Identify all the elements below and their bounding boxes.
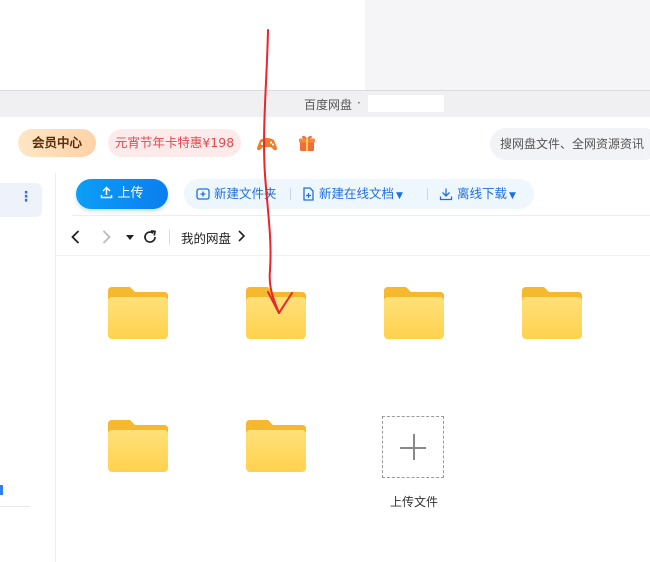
download-icon	[439, 188, 453, 201]
gift-icon[interactable]	[297, 133, 317, 153]
caret-down-icon: ▼	[396, 191, 403, 201]
folder-icon	[522, 287, 582, 339]
toolbar-action-group: 新建文件夹 新建在线文档 ▼ 离线下载 ▼	[184, 179, 534, 209]
breadcrumb-chevron-icon[interactable]	[236, 227, 248, 248]
breadcrumb-root[interactable]: 我的网盘	[181, 228, 231, 247]
navbar-divider	[56, 255, 650, 256]
search-input[interactable]	[490, 128, 650, 160]
new-folder-button[interactable]: 新建文件夹	[196, 179, 277, 209]
new-folder-icon	[196, 188, 210, 200]
forward-icon[interactable]	[96, 227, 116, 247]
background-panel-left	[0, 0, 365, 90]
folder-icon	[246, 420, 306, 472]
toolbar-divider	[72, 215, 650, 216]
toolbar-separator	[290, 188, 291, 200]
folder-item[interactable]	[244, 418, 308, 474]
folder-item[interactable]	[244, 285, 308, 341]
folder-item[interactable]	[106, 285, 170, 341]
vip-center-button[interactable]: 会员中心	[18, 129, 96, 157]
folder-icon	[246, 287, 306, 339]
sidebar-item-active[interactable]: ⋮	[0, 183, 42, 217]
path-navigation: 我的网盘	[56, 222, 650, 252]
new-online-doc-label: 新建在线文档	[319, 186, 395, 201]
refresh-icon[interactable]	[140, 227, 160, 247]
folder-item[interactable]	[382, 285, 446, 341]
upload-icon	[101, 186, 113, 199]
window-title: 百度网盘	[304, 98, 353, 112]
new-folder-label: 新建文件夹	[214, 186, 277, 201]
folder-icon	[108, 420, 168, 472]
caret-down-icon: ▼	[509, 191, 516, 201]
sidebar: ⋮	[0, 173, 56, 562]
gamepad-icon[interactable]	[256, 134, 278, 154]
offline-download-button[interactable]: 离线下载 ▼	[439, 179, 516, 209]
file-toolbar: 上传 新建文件夹 新建在线文档 ▼ 离线下载 ▼	[56, 173, 650, 215]
window-titlebar: 百度网盘 ·	[0, 90, 650, 117]
sidebar-divider	[0, 506, 30, 507]
title-redacted-area	[368, 95, 444, 112]
plus-icon	[413, 434, 415, 460]
offline-download-label: 离线下载	[457, 186, 508, 201]
folder-item[interactable]	[520, 285, 584, 341]
new-doc-icon	[303, 187, 314, 201]
toolbar-separator	[427, 188, 428, 200]
back-icon[interactable]	[66, 227, 86, 247]
more-vertical-icon[interactable]: ⋮	[19, 189, 33, 205]
folder-icon	[108, 287, 168, 339]
upload-button-label: 上传	[117, 186, 144, 201]
upload-file-label[interactable]: 上传文件	[383, 493, 445, 510]
promo-button[interactable]: 元宵节年卡特惠¥198	[108, 129, 241, 157]
title-separator: ·	[357, 96, 361, 110]
new-online-doc-button[interactable]: 新建在线文档 ▼	[302, 179, 403, 209]
upload-file-tile[interactable]	[382, 416, 444, 478]
upload-button[interactable]: 上传	[76, 179, 168, 209]
folder-item[interactable]	[106, 418, 170, 474]
background-panel-right	[365, 0, 650, 90]
app-header: 会员中心 元宵节年卡特惠¥198	[0, 117, 650, 173]
search-box[interactable]	[490, 128, 650, 160]
folder-icon	[384, 287, 444, 339]
sidebar-selection-marker	[0, 485, 3, 495]
nav-separator	[169, 229, 170, 245]
